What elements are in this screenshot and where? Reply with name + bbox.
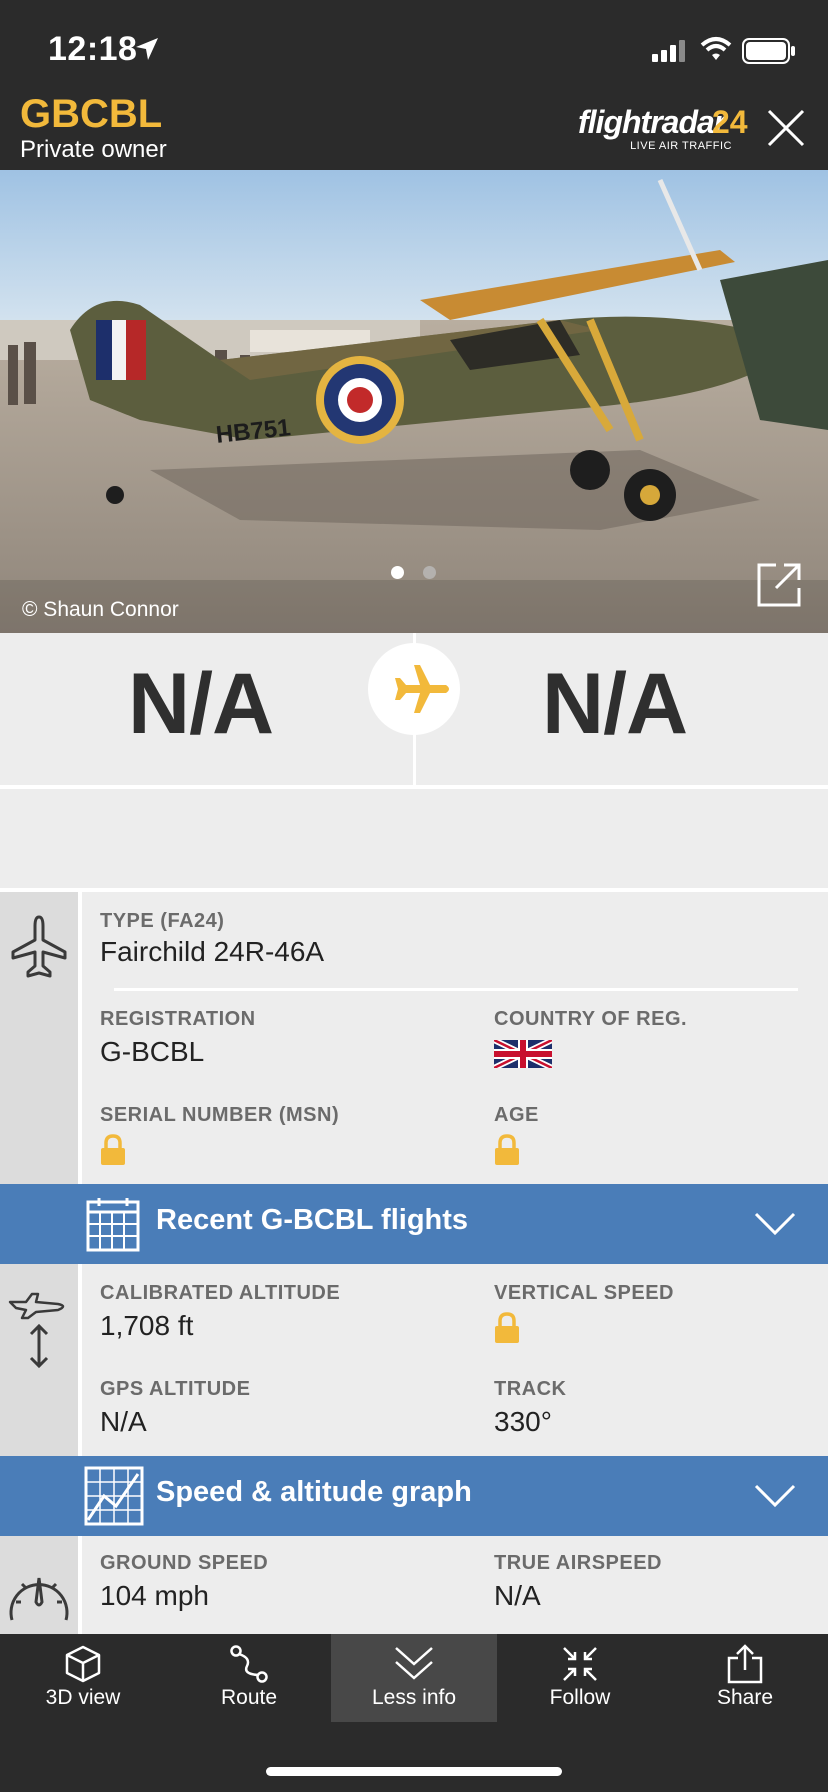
cube-icon [65,1645,101,1683]
lock-icon[interactable] [494,1312,520,1344]
gps-altitude-value: N/A [100,1406,147,1437]
type-value: Fairchild 24R-46A [100,936,325,967]
airplane-outline-icon [11,915,67,978]
aircraft-info-panel: TYPE (FA24) Fairchild 24R-46A REGISTRATI… [82,892,828,1184]
nav-3d-view[interactable]: 3D view [0,1634,166,1722]
photo-credit: © Shaun Connor [22,598,179,621]
nav-route[interactable]: Route [166,1634,332,1722]
aircraft-info-sidebar [0,892,82,1184]
route-icon [230,1645,268,1683]
recent-flights-toggle[interactable]: Recent G-BCBL flights [0,1184,828,1264]
brand-number: 24 [712,104,748,140]
nav-label: Share [716,1686,774,1709]
location-arrow-icon [136,38,158,60]
speedometer-icon [9,1577,69,1621]
owner-subtitle: Private owner [20,136,167,163]
status-bar: 12:18 [0,0,828,88]
status-time: 12:18 [48,30,138,68]
carousel-dot[interactable] [423,566,436,579]
altitude-panel: CALIBRATED ALTITUDE 1,708 ft VERTICAL SP… [82,1264,828,1456]
brand-tagline: LIVE AIR TRAFFIC [630,140,732,152]
wifi-icon [700,37,732,60]
airplane-icon [395,665,449,713]
flightradar24-logo: flightradar 24 LIVE AIR TRAFFIC [578,104,748,152]
aircraft-photo-image [0,170,828,633]
speed-sidebar [0,1536,82,1634]
origin-airport: N/A [128,656,274,752]
track-label: TRACK [494,1378,567,1400]
aircraft-header: GBCBL Private owner flightradar 24 LIVE … [0,88,828,170]
registration-label: REGISTRATION [100,1008,256,1030]
true-airspeed-label: TRUE AIRSPEED [494,1552,663,1574]
share-icon [727,1644,763,1684]
chevron-down-icon [754,1212,796,1236]
calibrated-altitude-value: 1,708 ft [100,1310,194,1341]
follow-icon [563,1647,597,1681]
divider [114,988,798,991]
uk-flag-icon [494,1040,552,1068]
open-external-icon[interactable] [756,562,802,608]
gps-altitude-label: GPS ALTITUDE [100,1378,251,1400]
nav-follow[interactable]: Follow [497,1634,663,1722]
destination-airport: N/A [542,656,688,752]
age-label: AGE [494,1104,539,1126]
altitude-sidebar [0,1264,82,1456]
aircraft-registration-title: GBCBL [20,92,163,136]
cellular-signal-icon [652,40,685,62]
route-plane-badge [368,643,460,735]
nav-label: Follow [549,1686,611,1709]
serial-number-label: SERIAL NUMBER (MSN) [100,1104,340,1126]
track-value: 330° [494,1406,552,1437]
registration-value: G-BCBL [100,1036,205,1067]
chevron-down-icon [754,1484,796,1508]
empty-info-row [0,789,828,889]
calibrated-altitude-label: CALIBRATED ALTITUDE [100,1282,341,1304]
battery-icon [742,38,795,64]
calendar-icon [86,1198,140,1252]
nav-less-info[interactable]: Less info [331,1634,497,1722]
nav-label: Less info [371,1686,457,1709]
route-section: N/A N/A [0,633,828,785]
nav-share[interactable]: Share [662,1634,828,1722]
vertical-speed-label: VERTICAL SPEED [494,1282,674,1304]
ground-speed-label: GROUND SPEED [100,1552,269,1574]
graph-icon [84,1466,144,1526]
ground-speed-value: 104 mph [100,1580,209,1611]
close-icon[interactable] [766,108,806,148]
lock-icon[interactable] [100,1134,126,1166]
lock-icon[interactable] [494,1134,520,1166]
speed-altitude-graph-title: Speed & altitude graph [156,1476,472,1508]
home-indicator[interactable] [266,1767,562,1776]
type-label: TYPE (FA24) [100,910,225,932]
speed-altitude-graph-toggle[interactable]: Speed & altitude graph [0,1456,828,1536]
altitude-icon [8,1292,65,1369]
country-label: COUNTRY OF REG. [494,1008,688,1030]
nav-label: 3D view [45,1686,121,1709]
recent-flights-title: Recent G-BCBL flights [156,1204,469,1236]
carousel-dot-active[interactable] [391,566,404,579]
nav-label: Route [220,1686,278,1709]
speed-panel: GROUND SPEED 104 mph TRUE AIRSPEED N/A [82,1536,828,1634]
aircraft-photo[interactable]: HB751 [0,170,828,633]
true-airspeed-value: N/A [494,1580,541,1611]
chevrons-down-icon [395,1647,433,1680]
brand-name: flightradar [578,104,726,140]
